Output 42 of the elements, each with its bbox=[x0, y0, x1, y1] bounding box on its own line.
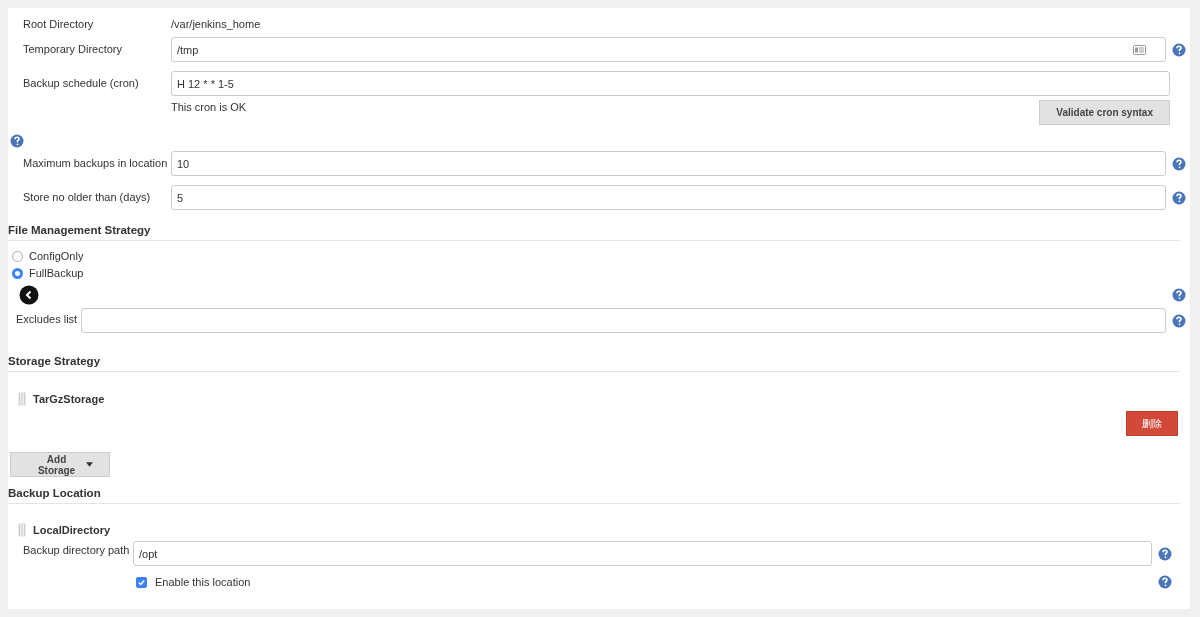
drag-handle-icon[interactable] bbox=[18, 523, 26, 537]
help-icon[interactable] bbox=[1170, 43, 1188, 57]
drag-handle-icon[interactable] bbox=[18, 392, 26, 406]
input-field[interactable]: 10 bbox=[171, 151, 1166, 176]
section-title: Backup Location bbox=[8, 487, 101, 499]
help-icon[interactable] bbox=[1156, 575, 1174, 589]
field-label: Backup schedule (cron) bbox=[23, 76, 140, 89]
checkbox-label[interactable]: Enable this location bbox=[155, 576, 251, 588]
radio-button[interactable] bbox=[12, 250, 23, 262]
validation-message: This cron is OK bbox=[171, 101, 247, 113]
help-icon[interactable] bbox=[1170, 191, 1188, 205]
help-icon[interactable] bbox=[1170, 288, 1188, 302]
field-label: Root Directory bbox=[23, 18, 95, 30]
input-field[interactable]: 5 bbox=[171, 185, 1166, 210]
field-label: Temporary Directory bbox=[23, 42, 124, 55]
section-title: File Management Strategy bbox=[8, 224, 151, 236]
input-field[interactable]: /tmp bbox=[171, 37, 1166, 62]
help-icon[interactable] bbox=[1156, 547, 1174, 561]
field-value: /var/jenkins_home bbox=[171, 18, 261, 30]
item-title: LocalDirectory bbox=[33, 524, 111, 536]
radio-label[interactable]: ConfigOnly bbox=[29, 250, 84, 262]
help-icon[interactable] bbox=[1170, 314, 1188, 328]
back-icon[interactable] bbox=[19, 285, 39, 305]
radio-label[interactable]: FullBackup bbox=[29, 267, 84, 279]
checkbox[interactable] bbox=[136, 576, 147, 588]
card-icon bbox=[1133, 44, 1146, 55]
help-icon[interactable] bbox=[1170, 157, 1188, 171]
input-field[interactable] bbox=[81, 308, 1166, 333]
field-label: Maximum backups in location bbox=[23, 156, 169, 169]
delete-button[interactable]: 删除 bbox=[1126, 411, 1178, 436]
section-title: Storage Strategy bbox=[8, 355, 101, 367]
radio-button[interactable] bbox=[12, 267, 23, 279]
add-storage-button[interactable]: Add Storage bbox=[10, 452, 110, 477]
validate-button[interactable]: Validate cron syntax bbox=[1039, 100, 1170, 125]
input-field[interactable]: H 12 * * 1-5 bbox=[171, 71, 1170, 96]
field-label: Backup directory path bbox=[23, 543, 131, 556]
input-field[interactable]: /opt bbox=[133, 541, 1152, 566]
item-title: TarGzStorage bbox=[33, 393, 105, 405]
field-label: Store no older than (days) bbox=[23, 190, 152, 203]
field-label: Excludes list bbox=[16, 312, 79, 325]
caret-icon bbox=[86, 462, 93, 467]
help-icon[interactable] bbox=[10, 134, 24, 148]
